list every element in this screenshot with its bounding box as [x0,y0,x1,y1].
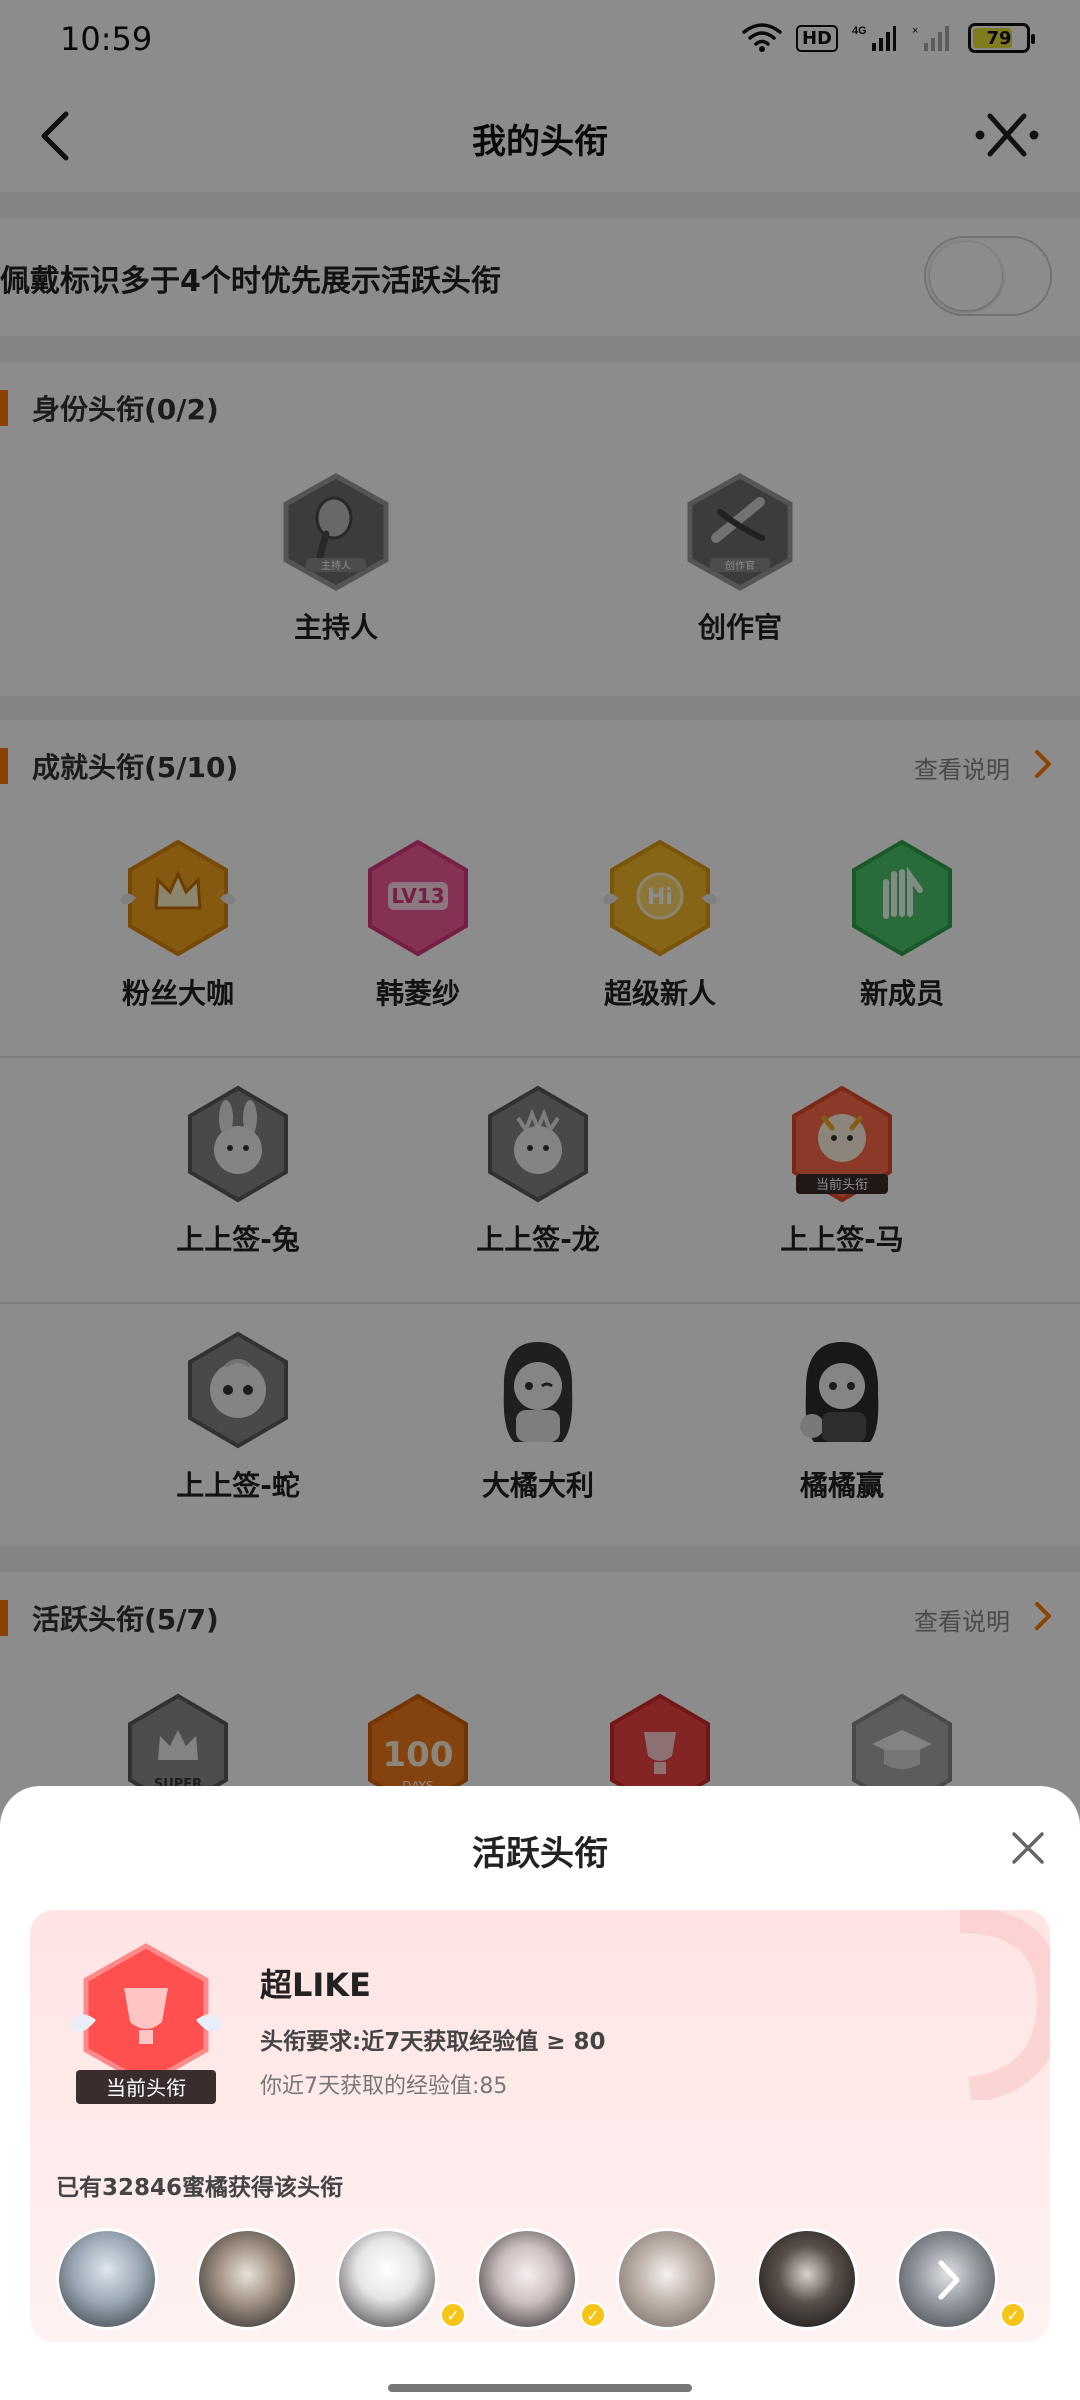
chevron-right-icon [938,2260,960,2300]
active-title-sheet: 活跃头衔 当前头衔 超LIKE 头衔要求:近7天获取经验值 ≥ 80 你近7天获… [0,1786,1080,2400]
verified-icon: ✓ [440,2302,466,2328]
verified-icon: ✓ [580,2302,606,2328]
owners-count: 已有32846蜜橘获得该头衔 [56,2175,344,2201]
avatar[interactable] [56,2228,158,2330]
trophy-badge-icon: 当前头衔 [70,1943,222,2104]
badge-name: 超LIKE [260,1966,371,2004]
avatar[interactable] [336,2228,438,2330]
avatar[interactable] [196,2228,298,2330]
more-avatars-button[interactable] [896,2228,998,2330]
avatar[interactable] [476,2228,578,2330]
close-icon[interactable] [1006,1826,1050,1870]
avatar[interactable] [616,2228,718,2330]
avatar[interactable] [756,2228,858,2330]
verified-icon: ✓ [1000,2302,1026,2328]
title-detail-card: 当前头衔 超LIKE 头衔要求:近7天获取经验值 ≥ 80 你近7天获取的经验值… [30,1910,1050,2342]
owner-avatar-list: ✓ ✓ ✓ [56,2228,1036,2332]
home-indicator[interactable] [388,2384,692,2392]
experience-text: 你近7天获取的经验值:85 [260,2074,508,2099]
decoration-icon [959,1910,1050,2100]
requirement-text: 头衔要求:近7天获取经验值 ≥ 80 [260,2029,606,2055]
sheet-title: 活跃头衔 [472,1834,608,1874]
svg-text:当前头衔: 当前头衔 [106,2076,186,2100]
